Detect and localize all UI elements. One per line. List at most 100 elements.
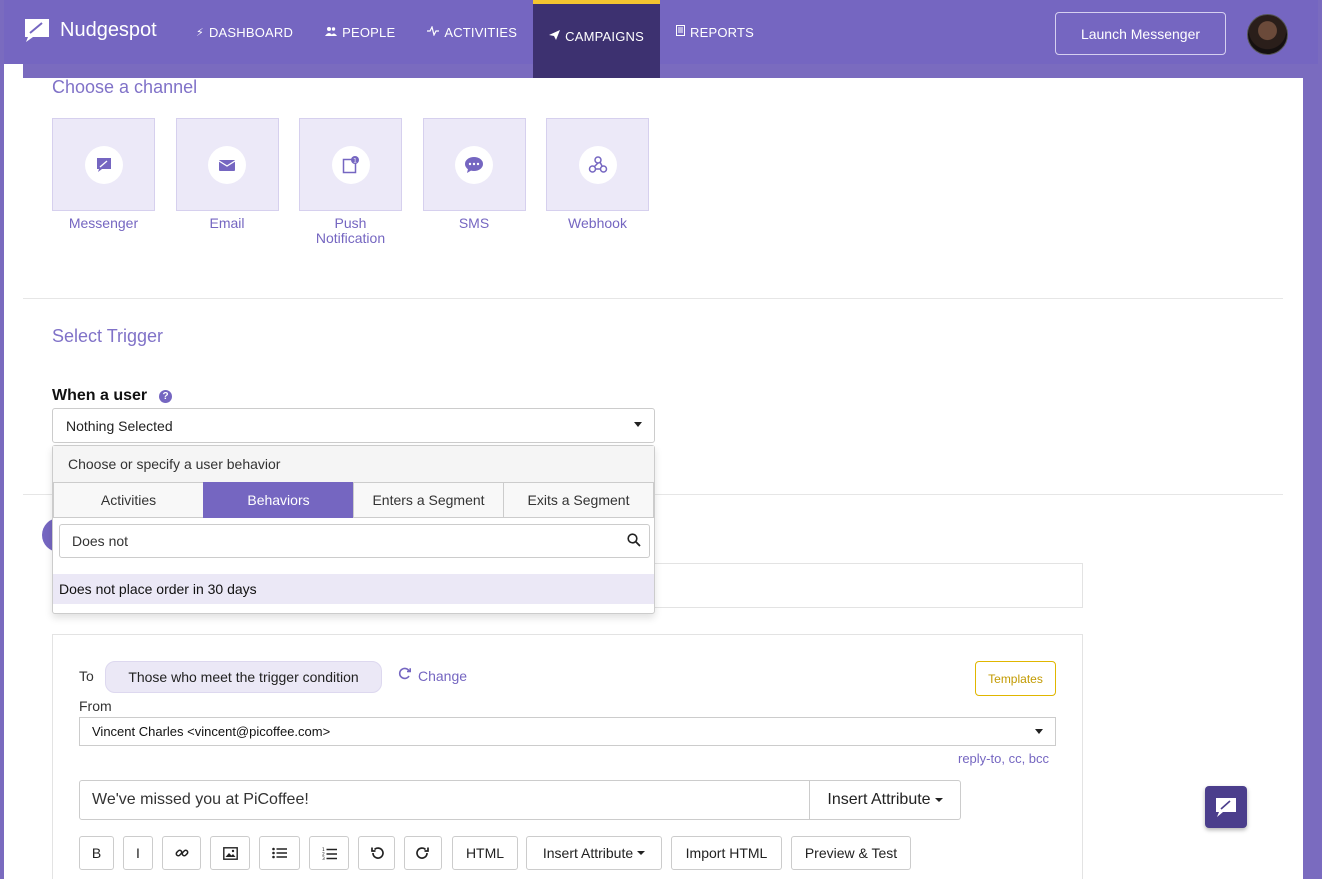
webhook-icon — [578, 145, 617, 184]
left-margin — [4, 64, 23, 879]
import-html-button[interactable]: Import HTML — [671, 836, 782, 870]
channel-webhook[interactable]: Webhook — [546, 118, 649, 246]
from-label: From — [79, 698, 112, 714]
subject-input[interactable]: We've missed you at PiCoffee! — [79, 780, 810, 820]
sms-bubble-icon — [455, 145, 493, 184]
channel-list: Messenger Email 1 Push Notification SMS — [52, 118, 670, 246]
document-icon — [675, 25, 685, 39]
reply-cc-bcc-link[interactable]: reply-to, cc, bcc — [958, 751, 1049, 766]
search-value: Does not — [72, 533, 129, 549]
channel-sms[interactable]: SMS — [422, 118, 526, 246]
paper-plane-icon — [549, 29, 561, 43]
numbered-list-button[interactable]: 123 — [309, 836, 349, 870]
recipient-pill: Those who meet the trigger condition — [105, 661, 382, 693]
bullet-list-icon — [272, 847, 287, 859]
caret-down-icon — [934, 798, 943, 802]
pulse-icon — [427, 24, 440, 39]
nav-label: REPORTS — [689, 24, 754, 40]
channel-section-title: Choose a channel — [52, 77, 198, 97]
caret-down-icon — [1035, 729, 1043, 734]
caret-down-icon — [637, 851, 646, 855]
chat-bubble-icon — [1216, 798, 1236, 817]
tab-enters-segment[interactable]: Enters a Segment — [353, 482, 504, 518]
bold-button[interactable]: B — [79, 836, 114, 870]
templates-button[interactable]: Templates — [975, 661, 1056, 696]
tab-activities[interactable]: Activities — [53, 482, 204, 518]
image-icon — [222, 846, 238, 860]
nav-people[interactable]: PEOPLE — [309, 0, 411, 64]
channel-tile[interactable] — [546, 118, 649, 211]
logo-icon — [25, 19, 49, 42]
main-nav: ⚡ DASHBOARD PEOPLE ACTIVITIES CAMPAIGNS — [180, 0, 770, 78]
redo-icon — [416, 847, 429, 859]
channel-push[interactable]: 1 Push Notification — [299, 118, 402, 246]
app-logo[interactable]: Nudgespot — [22, 16, 157, 44]
nav-campaigns[interactable]: CAMPAIGNS — [533, 0, 660, 78]
preview-test-button[interactable]: Preview & Test — [791, 836, 911, 870]
toolbar-insert-attribute-button[interactable]: Insert Attribute — [526, 836, 662, 870]
help-icon[interactable]: ? — [159, 390, 172, 403]
button-label: Insert Attribute — [827, 791, 931, 808]
channel-messenger[interactable]: Messenger — [52, 118, 155, 246]
messenger-launcher[interactable] — [1205, 786, 1247, 828]
behavior-select[interactable]: Nothing Selected — [52, 408, 655, 443]
channel-label: SMS — [458, 215, 490, 231]
dropdown-header: Choose or specify a user behavior — [53, 446, 654, 482]
button-label: Insert Attribute — [542, 845, 634, 861]
nav-activities[interactable]: ACTIVITIES — [411, 0, 533, 64]
people-icon — [325, 26, 338, 39]
caret-down-icon — [634, 422, 642, 427]
svg-text:3: 3 — [322, 856, 325, 860]
when-user-label: When a user — [52, 387, 148, 404]
undo-button[interactable] — [358, 836, 395, 870]
undo-icon — [370, 847, 384, 859]
image-button[interactable] — [210, 836, 250, 870]
html-button[interactable]: HTML — [452, 836, 518, 870]
channel-label: Email — [209, 215, 245, 231]
italic-button[interactable]: I — [123, 836, 153, 870]
channel-tile[interactable]: 1 — [299, 118, 402, 211]
nav-reports[interactable]: REPORTS — [660, 0, 770, 64]
to-label: To — [79, 668, 94, 684]
select-value: Nothing Selected — [66, 417, 173, 434]
notification-badge-icon: 1 — [331, 145, 370, 184]
from-value: Vincent Charles <vincent@picoffee.com> — [92, 724, 331, 739]
refresh-icon — [397, 666, 412, 686]
envelope-icon — [208, 145, 246, 184]
search-icon[interactable] — [627, 533, 641, 547]
link-icon — [175, 849, 188, 857]
app-name: Nudgespot — [60, 18, 157, 41]
nav-label: DASHBOARD — [208, 24, 294, 40]
behavior-dropdown: Choose or specify a user behavior Activi… — [52, 445, 655, 614]
link-button[interactable] — [162, 836, 201, 870]
chat-bubble-icon — [84, 145, 123, 184]
bullet-list-button[interactable] — [259, 836, 300, 870]
channel-tile[interactable] — [422, 118, 526, 211]
channel-label: Webhook — [568, 215, 627, 231]
dropdown-option[interactable]: Does not place order in 30 days — [53, 574, 654, 604]
change-recipient-link[interactable]: Change — [397, 666, 467, 686]
user-avatar[interactable] — [1247, 14, 1288, 55]
dropdown-tabs: Activities Behaviors Enters a Segment Ex… — [53, 482, 654, 518]
nav-label: ACTIVITIES — [444, 24, 518, 40]
channel-tile[interactable] — [52, 118, 155, 211]
nav-dashboard[interactable]: ⚡ DASHBOARD — [180, 0, 309, 64]
insert-attribute-button[interactable]: Insert Attribute — [809, 780, 961, 820]
behavior-search-input[interactable]: Does not — [59, 524, 650, 558]
redo-button[interactable] — [404, 836, 442, 870]
change-label: Change — [418, 668, 468, 684]
tab-behaviors[interactable]: Behaviors — [203, 482, 354, 518]
bolt-icon: ⚡ — [196, 26, 204, 39]
launch-messenger-button[interactable]: Launch Messenger — [1055, 12, 1226, 55]
top-navbar: Nudgespot ⚡ DASHBOARD PEOPLE ACTIVITIES … — [4, 0, 1318, 78]
channel-label: Push Notification — [315, 215, 386, 246]
subject-value: We've missed you at PiCoffee! — [92, 791, 309, 808]
nav-label: CAMPAIGNS — [565, 28, 644, 44]
channel-email[interactable]: Email — [175, 118, 279, 246]
nav-label: PEOPLE — [342, 24, 396, 40]
channel-tile[interactable] — [175, 118, 279, 211]
svg-text:1: 1 — [353, 157, 357, 164]
from-select[interactable]: Vincent Charles <vincent@picoffee.com> — [79, 717, 1056, 746]
tab-exits-segment[interactable]: Exits a Segment — [503, 482, 654, 518]
channel-label: Messenger — [68, 215, 139, 231]
